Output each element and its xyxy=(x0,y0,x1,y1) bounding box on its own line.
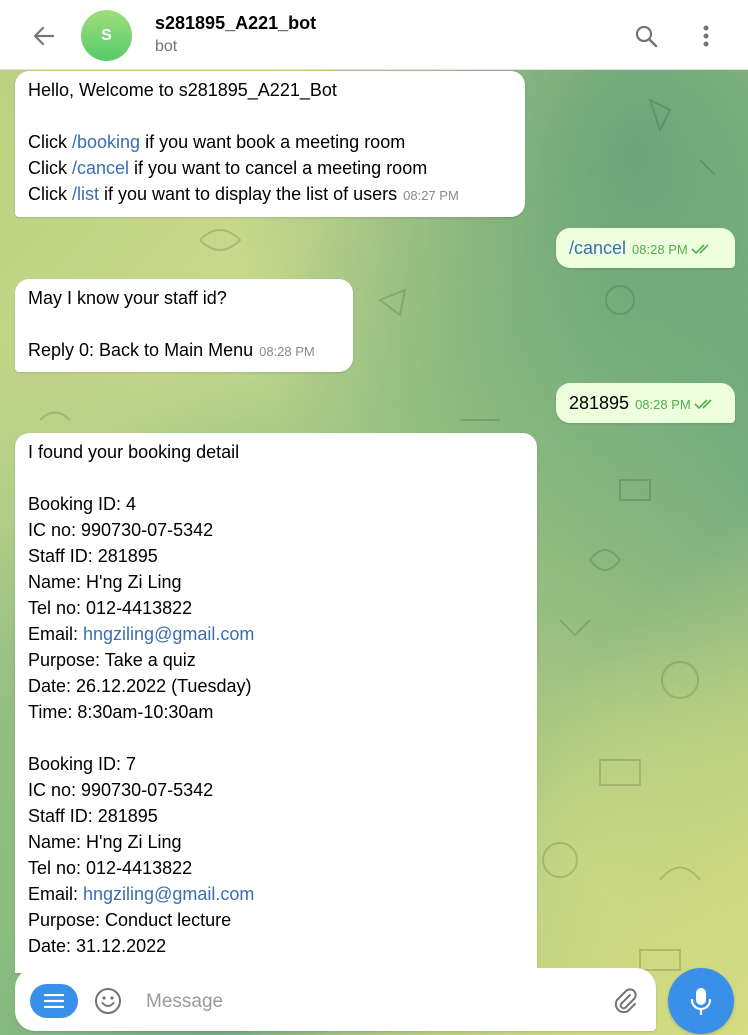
chat-subtitle: bot xyxy=(155,38,178,55)
emoji-icon[interactable] xyxy=(93,986,123,1016)
ic-number: IC no: 990730-07-5342 xyxy=(28,780,214,800)
message-bubble-booking-details: I found your booking detail Booking ID: … xyxy=(15,433,537,973)
booking-command-link[interactable]: /booking xyxy=(72,132,140,152)
booking-purpose: Purpose: Conduct lecture xyxy=(28,910,232,930)
message-time: 08:28 PM xyxy=(259,344,315,359)
message-text: Click xyxy=(28,132,72,152)
message-text: May I know your staff id? xyxy=(28,288,227,308)
tel-number: Tel no: 012-4413822 xyxy=(28,598,193,618)
menu-icon[interactable] xyxy=(30,984,78,1018)
booking-date: Date: 26.12.2022 (Tuesday) xyxy=(28,676,252,696)
more-vertical-icon[interactable] xyxy=(691,21,721,51)
cancel-command-link[interactable]: /cancel xyxy=(72,158,129,178)
message-text: Click xyxy=(28,158,72,178)
back-arrow-icon[interactable] xyxy=(28,20,60,52)
message-bubble-staff-id: 281895 08:28 PM xyxy=(556,383,735,423)
email-label: Email: xyxy=(28,884,84,904)
avatar-letter: S xyxy=(101,26,112,44)
booking-name: Name: H'ng Zi Ling xyxy=(28,572,182,592)
message-time: 08:28 PM xyxy=(632,242,688,257)
email-link[interactable]: hngziling@gmail.com xyxy=(83,884,254,904)
tel-number: Tel no: 012-4413822 xyxy=(28,858,193,878)
message-text: if you want to display the list of users xyxy=(99,184,398,204)
message-text: if you want book a meeting room xyxy=(140,132,406,152)
message-text: Reply 0: Back to Main Menu xyxy=(28,340,254,360)
booking-time: Time: 8:30am-10:30am xyxy=(28,702,214,722)
email-link[interactable]: hngziling@gmail.com xyxy=(83,624,254,644)
read-ticks-icon xyxy=(691,236,713,262)
avatar[interactable]: S xyxy=(81,10,132,61)
message-text: 281895 xyxy=(569,393,630,413)
message-time: 08:28 PM xyxy=(635,397,691,412)
booking-id: Booking ID: 4 xyxy=(28,494,137,514)
message-text: I found your booking detail xyxy=(28,442,240,462)
staff-id: Staff ID: 281895 xyxy=(28,806,158,826)
booking-name: Name: H'ng Zi Ling xyxy=(28,832,182,852)
message-input[interactable] xyxy=(144,984,588,1020)
message-text: Click xyxy=(28,184,72,204)
booking-purpose: Purpose: Take a quiz xyxy=(28,650,196,670)
booking-date: Date: 31.12.2022 xyxy=(28,936,167,956)
staff-id: Staff ID: 281895 xyxy=(28,546,158,566)
read-ticks-icon xyxy=(694,391,716,417)
message-bubble-staff-id-prompt: May I know your staff id? Reply 0: Back … xyxy=(15,279,353,372)
microphone-icon[interactable] xyxy=(668,968,734,1034)
message-bubble-welcome: Hello, Welcome to s281895_A221_Bot Click… xyxy=(15,71,525,217)
search-icon[interactable] xyxy=(631,21,661,51)
message-bubble-cancel: /cancel 08:28 PM xyxy=(556,228,735,268)
attach-icon[interactable] xyxy=(610,986,640,1016)
message-text: Hello, Welcome to s281895_A221_Bot xyxy=(28,80,337,100)
booking-id: Booking ID: 7 xyxy=(28,754,137,774)
message-composer xyxy=(15,968,656,1031)
message-time: 08:27 PM xyxy=(403,188,459,203)
message-text: if you want to cancel a meeting room xyxy=(129,158,428,178)
ic-number: IC no: 990730-07-5342 xyxy=(28,520,214,540)
cancel-command-link[interactable]: /cancel xyxy=(569,238,626,258)
chat-header: S s281895_A221_bot bot xyxy=(0,0,748,70)
chat-title[interactable]: s281895_A221_bot xyxy=(155,13,316,34)
list-command-link[interactable]: /list xyxy=(72,184,99,204)
email-label: Email: xyxy=(28,624,84,644)
